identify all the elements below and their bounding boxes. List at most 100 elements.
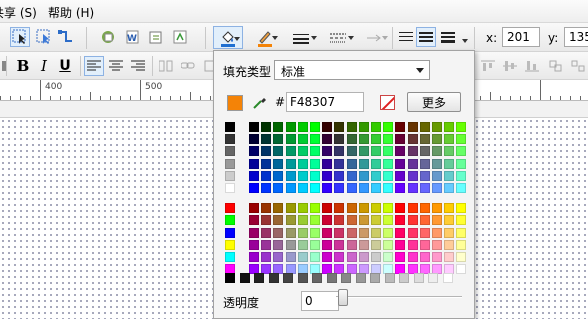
color-swatch[interactable] bbox=[432, 239, 442, 250]
color-swatch[interactable] bbox=[358, 239, 369, 250]
color-swatch[interactable] bbox=[383, 252, 394, 262]
color-swatch[interactable] bbox=[456, 134, 467, 145]
color-swatch[interactable] bbox=[383, 146, 394, 157]
color-swatch[interactable] bbox=[273, 183, 284, 193]
color-swatch[interactable] bbox=[346, 227, 357, 238]
color-swatch[interactable] bbox=[249, 227, 259, 238]
color-swatch[interactable] bbox=[383, 158, 394, 169]
color-swatch[interactable] bbox=[322, 158, 333, 169]
insert-doc-icon[interactable] bbox=[146, 27, 166, 47]
color-swatch[interactable] bbox=[407, 252, 418, 262]
color-swatch[interactable] bbox=[358, 158, 369, 169]
color-swatch[interactable] bbox=[346, 183, 357, 193]
color-swatch[interactable] bbox=[432, 252, 442, 262]
color-swatch[interactable] bbox=[261, 239, 272, 250]
gray-swatch[interactable] bbox=[341, 273, 351, 283]
color-swatch[interactable] bbox=[358, 122, 369, 132]
color-swatch[interactable] bbox=[407, 122, 418, 132]
color-swatch[interactable] bbox=[456, 239, 467, 250]
color-swatch[interactable] bbox=[285, 122, 296, 132]
color-swatch[interactable] bbox=[444, 134, 455, 145]
color-swatch[interactable] bbox=[249, 146, 259, 157]
color-swatch[interactable] bbox=[383, 215, 394, 226]
chevron-down-icon[interactable] bbox=[462, 39, 468, 43]
color-swatch[interactable] bbox=[310, 170, 320, 181]
color-swatch[interactable] bbox=[371, 203, 381, 214]
color-swatch[interactable] bbox=[371, 134, 381, 145]
color-swatch[interactable] bbox=[334, 227, 345, 238]
no-fill-icon[interactable] bbox=[380, 95, 395, 110]
color-swatch[interactable] bbox=[297, 146, 308, 157]
line-style-button[interactable] bbox=[322, 26, 356, 49]
list-medium-icon[interactable] bbox=[416, 27, 436, 47]
color-swatch[interactable] bbox=[346, 215, 357, 226]
color-swatch[interactable] bbox=[371, 227, 381, 238]
gray-swatch[interactable] bbox=[283, 273, 293, 283]
color-swatch[interactable] bbox=[249, 134, 259, 145]
color-swatch[interactable] bbox=[358, 252, 369, 262]
opacity-slider-thumb[interactable] bbox=[338, 289, 348, 306]
color-swatch[interactable] bbox=[273, 215, 284, 226]
color-swatch[interactable] bbox=[273, 239, 284, 250]
color-swatch[interactable] bbox=[371, 183, 381, 193]
color-swatch[interactable] bbox=[358, 170, 369, 181]
color-swatch[interactable] bbox=[407, 158, 418, 169]
color-swatch[interactable] bbox=[383, 122, 394, 132]
color-swatch[interactable] bbox=[432, 170, 442, 181]
color-swatch[interactable] bbox=[249, 170, 259, 181]
link-icon[interactable] bbox=[178, 56, 198, 76]
menu-help[interactable]: 帮助 (H) bbox=[48, 4, 94, 21]
color-swatch[interactable] bbox=[383, 203, 394, 214]
color-swatch[interactable] bbox=[273, 252, 284, 262]
color-swatch[interactable] bbox=[383, 134, 394, 145]
color-swatch[interactable] bbox=[297, 183, 308, 193]
color-swatch[interactable] bbox=[395, 170, 406, 181]
color-swatch[interactable] bbox=[322, 183, 333, 193]
color-swatch[interactable] bbox=[261, 252, 272, 262]
color-swatch[interactable] bbox=[285, 170, 296, 181]
color-swatch[interactable] bbox=[310, 183, 320, 193]
color-swatch[interactable] bbox=[358, 215, 369, 226]
color-swatch[interactable] bbox=[261, 203, 272, 214]
ungroup-icon[interactable] bbox=[568, 56, 588, 76]
color-swatch[interactable] bbox=[297, 203, 308, 214]
more-colors-button[interactable]: 更多 bbox=[407, 92, 461, 112]
insert-image-icon[interactable] bbox=[98, 27, 118, 47]
color-swatch[interactable] bbox=[297, 252, 308, 262]
gray-swatch[interactable] bbox=[254, 273, 264, 283]
color-swatch[interactable] bbox=[310, 227, 320, 238]
color-swatch[interactable] bbox=[285, 183, 296, 193]
color-swatch[interactable] bbox=[273, 203, 284, 214]
color-swatch[interactable] bbox=[225, 252, 235, 262]
color-swatch[interactable] bbox=[383, 183, 394, 193]
connector-icon[interactable] bbox=[56, 27, 76, 47]
color-swatch[interactable] bbox=[456, 252, 467, 262]
color-swatch[interactable] bbox=[285, 134, 296, 145]
color-swatch[interactable] bbox=[334, 203, 345, 214]
color-swatch[interactable] bbox=[371, 170, 381, 181]
color-swatch[interactable] bbox=[432, 227, 442, 238]
color-swatch[interactable] bbox=[310, 134, 320, 145]
insert-object-icon[interactable] bbox=[170, 27, 190, 47]
color-swatch[interactable] bbox=[432, 134, 442, 145]
color-swatch[interactable] bbox=[334, 215, 345, 226]
color-swatch[interactable] bbox=[346, 122, 357, 132]
color-swatch[interactable] bbox=[310, 215, 320, 226]
color-swatch[interactable] bbox=[285, 146, 296, 157]
color-swatch[interactable] bbox=[297, 158, 308, 169]
color-swatch[interactable] bbox=[383, 170, 394, 181]
color-swatch[interactable] bbox=[371, 158, 381, 169]
color-swatch[interactable] bbox=[444, 203, 455, 214]
color-swatch[interactable] bbox=[310, 146, 320, 157]
color-swatch[interactable] bbox=[261, 170, 272, 181]
color-swatch[interactable] bbox=[249, 158, 259, 169]
color-swatch[interactable] bbox=[334, 122, 345, 132]
color-swatch[interactable] bbox=[395, 122, 406, 132]
color-swatch[interactable] bbox=[407, 170, 418, 181]
align-grid-icon[interactable] bbox=[156, 56, 176, 76]
color-swatch[interactable] bbox=[285, 252, 296, 262]
color-swatch[interactable] bbox=[395, 203, 406, 214]
x-coordinate-input[interactable]: 201 bbox=[502, 27, 540, 47]
color-swatch[interactable] bbox=[395, 227, 406, 238]
color-swatch[interactable] bbox=[456, 183, 467, 193]
